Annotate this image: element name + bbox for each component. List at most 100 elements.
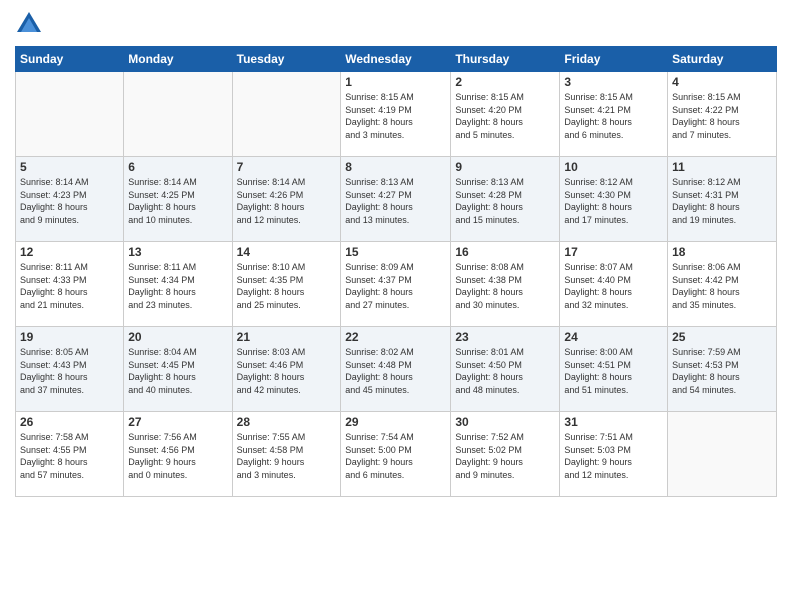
calendar-cell: 10 Sunrise: 8:12 AM Sunset: 4:30 PM Dayli…	[560, 157, 668, 242]
day-of-week-header: Wednesday	[341, 47, 451, 72]
calendar-cell: 19 Sunrise: 8:05 AM Sunset: 4:43 PM Dayli…	[16, 327, 124, 412]
day-number: 7	[237, 160, 337, 174]
day-info: Sunrise: 8:15 AM Sunset: 4:20 PM Dayligh…	[455, 91, 555, 141]
calendar-week-row: 26 Sunrise: 7:58 AM Sunset: 4:55 PM Dayli…	[16, 412, 777, 497]
calendar-cell: 4 Sunrise: 8:15 AM Sunset: 4:22 PM Daylig…	[668, 72, 777, 157]
calendar-cell	[16, 72, 124, 157]
calendar-cell: 6 Sunrise: 8:14 AM Sunset: 4:25 PM Daylig…	[124, 157, 232, 242]
day-of-week-header: Friday	[560, 47, 668, 72]
day-number: 20	[128, 330, 227, 344]
day-number: 31	[564, 415, 663, 429]
calendar-cell: 21Sunrise: 8:03 AM Sunset: 4:46 PM Dayli…	[232, 327, 341, 412]
day-info: Sunrise: 8:13 AM Sunset: 4:28 PM Dayligh…	[455, 176, 555, 226]
day-of-week-header: Thursday	[451, 47, 560, 72]
day-number: 19	[20, 330, 119, 344]
calendar-cell: 29Sunrise: 7:54 AM Sunset: 5:00 PM Dayli…	[341, 412, 451, 497]
day-info: Sunrise: 8:04 AM Sunset: 4:45 PM Dayligh…	[128, 346, 227, 396]
day-info: Sunrise: 7:58 AM Sunset: 4:55 PM Dayligh…	[20, 431, 119, 481]
day-number: 22	[345, 330, 446, 344]
calendar-cell: 3 Sunrise: 8:15 AM Sunset: 4:21 PM Daylig…	[560, 72, 668, 157]
calendar-week-row: 1 Sunrise: 8:15 AM Sunset: 4:19 PM Daylig…	[16, 72, 777, 157]
day-number: 14	[237, 245, 337, 259]
header	[15, 10, 777, 38]
day-info: Sunrise: 8:14 AM Sunset: 4:26 PM Dayligh…	[237, 176, 337, 226]
day-number: 15	[345, 245, 446, 259]
calendar: SundayMondayTuesdayWednesdayThursdayFrid…	[15, 46, 777, 497]
calendar-cell	[124, 72, 232, 157]
day-info: Sunrise: 7:52 AM Sunset: 5:02 PM Dayligh…	[455, 431, 555, 481]
day-number: 5	[20, 160, 119, 174]
day-of-week-header: Saturday	[668, 47, 777, 72]
day-of-week-header: Monday	[124, 47, 232, 72]
day-number: 26	[20, 415, 119, 429]
logo-icon	[15, 10, 43, 38]
day-number: 24	[564, 330, 663, 344]
day-number: 10	[564, 160, 663, 174]
calendar-cell: 26 Sunrise: 7:58 AM Sunset: 4:55 PM Dayli…	[16, 412, 124, 497]
day-info: Sunrise: 8:01 AM Sunset: 4:50 PM Dayligh…	[455, 346, 555, 396]
calendar-cell: 14 Sunrise: 8:10 AM Sunset: 4:35 PM Dayli…	[232, 242, 341, 327]
day-info: Sunrise: 8:14 AM Sunset: 4:23 PM Dayligh…	[20, 176, 119, 226]
day-number: 25	[672, 330, 772, 344]
day-number: 13	[128, 245, 227, 259]
day-number: 11	[672, 160, 772, 174]
calendar-cell: 1 Sunrise: 8:15 AM Sunset: 4:19 PM Daylig…	[341, 72, 451, 157]
day-info: Sunrise: 8:10 AM Sunset: 4:35 PM Dayligh…	[237, 261, 337, 311]
day-number: 27	[128, 415, 227, 429]
day-info: Sunrise: 8:08 AM Sunset: 4:38 PM Dayligh…	[455, 261, 555, 311]
calendar-cell: 22 Sunrise: 8:02 AM Sunset: 4:48 PM Dayli…	[341, 327, 451, 412]
day-number: 8	[345, 160, 446, 174]
calendar-cell: 20 Sunrise: 8:04 AM Sunset: 4:45 PM Dayli…	[124, 327, 232, 412]
calendar-cell: 28 Sunrise: 7:55 AM Sunset: 4:58 PM Dayli…	[232, 412, 341, 497]
day-info: Sunrise: 7:55 AM Sunset: 4:58 PM Dayligh…	[237, 431, 337, 481]
day-info: Sunrise: 8:12 AM Sunset: 4:31 PM Dayligh…	[672, 176, 772, 226]
calendar-week-row: 19 Sunrise: 8:05 AM Sunset: 4:43 PM Dayli…	[16, 327, 777, 412]
day-number: 1	[345, 75, 446, 89]
calendar-cell: 27 Sunrise: 7:56 AM Sunset: 4:56 PM Dayli…	[124, 412, 232, 497]
day-number: 28	[237, 415, 337, 429]
day-info: Sunrise: 8:15 AM Sunset: 4:22 PM Dayligh…	[672, 91, 772, 141]
logo	[15, 10, 47, 38]
day-number: 17	[564, 245, 663, 259]
calendar-cell: 11 Sunrise: 8:12 AM Sunset: 4:31 PM Dayli…	[668, 157, 777, 242]
day-info: Sunrise: 8:09 AM Sunset: 4:37 PM Dayligh…	[345, 261, 446, 311]
day-info: Sunrise: 8:06 AM Sunset: 4:42 PM Dayligh…	[672, 261, 772, 311]
calendar-cell: 15 Sunrise: 8:09 AM Sunset: 4:37 PM Dayli…	[341, 242, 451, 327]
calendar-cell: 5 Sunrise: 8:14 AM Sunset: 4:23 PM Daylig…	[16, 157, 124, 242]
calendar-cell: 8 Sunrise: 8:13 AM Sunset: 4:27 PM Daylig…	[341, 157, 451, 242]
calendar-cell: 13 Sunrise: 8:11 AM Sunset: 4:34 PM Dayli…	[124, 242, 232, 327]
day-info: Sunrise: 8:02 AM Sunset: 4:48 PM Dayligh…	[345, 346, 446, 396]
day-info: Sunrise: 7:59 AM Sunset: 4:53 PM Dayligh…	[672, 346, 772, 396]
day-number: 9	[455, 160, 555, 174]
day-info: Sunrise: 8:12 AM Sunset: 4:30 PM Dayligh…	[564, 176, 663, 226]
day-info: Sunrise: 8:13 AM Sunset: 4:27 PM Dayligh…	[345, 176, 446, 226]
day-info: Sunrise: 7:56 AM Sunset: 4:56 PM Dayligh…	[128, 431, 227, 481]
day-number: 18	[672, 245, 772, 259]
day-info: Sunrise: 8:11 AM Sunset: 4:33 PM Dayligh…	[20, 261, 119, 311]
day-info: Sunrise: 8:00 AM Sunset: 4:51 PM Dayligh…	[564, 346, 663, 396]
calendar-cell: 2 Sunrise: 8:15 AM Sunset: 4:20 PM Daylig…	[451, 72, 560, 157]
day-info: Sunrise: 8:14 AM Sunset: 4:25 PM Dayligh…	[128, 176, 227, 226]
calendar-cell: 23Sunrise: 8:01 AM Sunset: 4:50 PM Dayli…	[451, 327, 560, 412]
day-info: Sunrise: 7:51 AM Sunset: 5:03 PM Dayligh…	[564, 431, 663, 481]
day-number: 4	[672, 75, 772, 89]
day-number: 30	[455, 415, 555, 429]
calendar-cell: 18 Sunrise: 8:06 AM Sunset: 4:42 PM Dayli…	[668, 242, 777, 327]
calendar-cell: 9 Sunrise: 8:13 AM Sunset: 4:28 PM Daylig…	[451, 157, 560, 242]
calendar-cell	[668, 412, 777, 497]
calendar-cell: 12Sunrise: 8:11 AM Sunset: 4:33 PM Dayli…	[16, 242, 124, 327]
day-info: Sunrise: 8:11 AM Sunset: 4:34 PM Dayligh…	[128, 261, 227, 311]
day-number: 21	[237, 330, 337, 344]
page: SundayMondayTuesdayWednesdayThursdayFrid…	[0, 0, 792, 612]
calendar-cell: 30 Sunrise: 7:52 AM Sunset: 5:02 PM Dayli…	[451, 412, 560, 497]
day-number: 6	[128, 160, 227, 174]
calendar-cell: 25 Sunrise: 7:59 AM Sunset: 4:53 PM Dayli…	[668, 327, 777, 412]
day-number: 29	[345, 415, 446, 429]
day-info: Sunrise: 8:05 AM Sunset: 4:43 PM Dayligh…	[20, 346, 119, 396]
day-number: 16	[455, 245, 555, 259]
day-number: 2	[455, 75, 555, 89]
day-number: 3	[564, 75, 663, 89]
header-row: SundayMondayTuesdayWednesdayThursdayFrid…	[16, 47, 777, 72]
day-info: Sunrise: 8:15 AM Sunset: 4:21 PM Dayligh…	[564, 91, 663, 141]
day-info: Sunrise: 8:15 AM Sunset: 4:19 PM Dayligh…	[345, 91, 446, 141]
